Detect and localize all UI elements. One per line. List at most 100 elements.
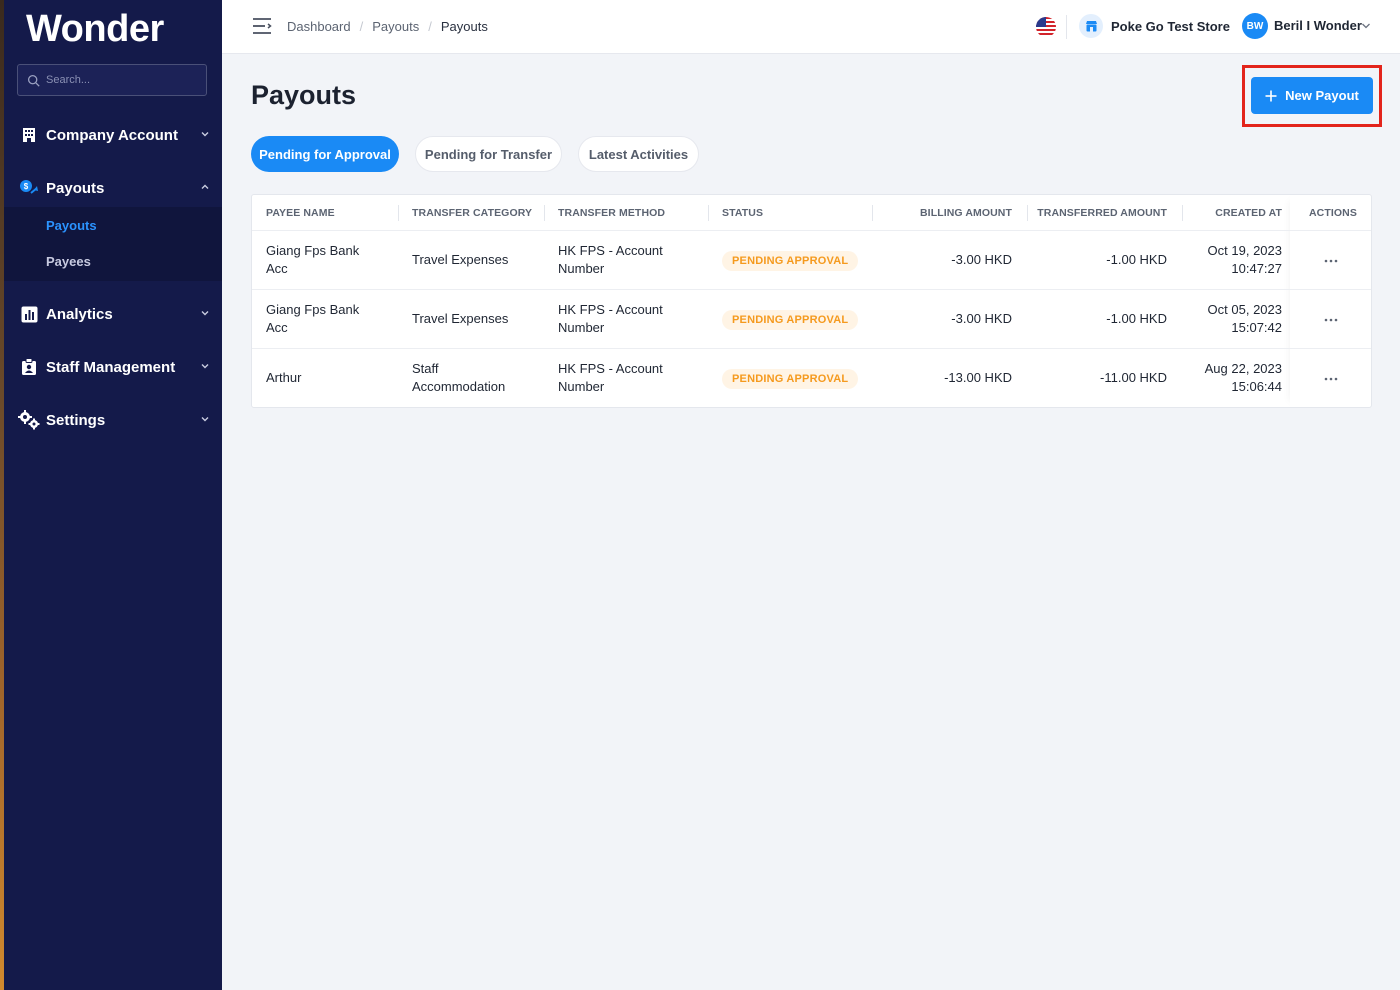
payee-name: Giang Fps Bank	[266, 302, 360, 317]
sidebar-item-label: Company Account	[46, 126, 178, 144]
transferred-amount: -1.00 HKD	[1106, 252, 1167, 267]
sidebar-item-staff-management[interactable]: Staff Management	[4, 347, 222, 387]
table-row[interactable]: Giang Fps Bank Acc Travel Expenses HK FP…	[252, 230, 1371, 289]
tab-latest-activities[interactable]: Latest Activities	[578, 136, 699, 172]
wonder-logo: Wonder	[26, 8, 164, 50]
billing-amount: -3.00 HKD	[951, 252, 1012, 267]
table-row[interactable]: Giang Fps Bank Acc Travel Expenses HK FP…	[252, 289, 1371, 348]
header-separator	[708, 205, 709, 221]
sidebar-item-label: Settings	[46, 411, 106, 429]
transfer-method: HK FPS - Account	[558, 361, 663, 376]
sidebar-item-label: Analytics	[46, 305, 113, 323]
sidebar-item-label: Staff Management	[46, 358, 176, 376]
building-icon	[18, 124, 40, 146]
page-title: Payouts	[251, 80, 357, 110]
transfer-category: Travel Expenses	[412, 311, 509, 326]
column-header-payee-name: PAYEE NAME	[266, 207, 335, 219]
payee-name: Acc	[266, 261, 288, 276]
header-separator	[872, 205, 873, 221]
new-payout-label: New Payout	[1285, 88, 1359, 103]
created-date: Aug 22, 2023	[1204, 361, 1282, 376]
transfer-category: Accommodation	[412, 379, 506, 394]
breadcrumb-separator: /	[359, 19, 364, 34]
chevron-down-icon[interactable]	[1361, 22, 1371, 30]
sidebar-subitem-payouts[interactable]: Payouts	[46, 218, 97, 233]
payouts-submenu: Payouts Payees	[4, 207, 222, 281]
gears-icon	[18, 409, 40, 431]
table-row[interactable]: Arthur Staff Accommodation HK FPS - Acco…	[252, 348, 1371, 407]
store-name[interactable]: Poke Go Test Store	[1111, 19, 1230, 34]
more-actions-icon[interactable]	[1317, 371, 1345, 387]
breadcrumb-payouts[interactable]: Payouts	[372, 19, 419, 34]
plus-icon	[1265, 90, 1277, 101]
transfer-method: Number	[558, 261, 605, 276]
payee-name: Arthur	[266, 370, 302, 385]
sidebar-item-label: Payouts	[46, 179, 105, 197]
header-separator	[398, 205, 399, 221]
transfer-method: HK FPS - Account	[558, 243, 663, 258]
chevron-down-icon	[201, 364, 209, 369]
avatar[interactable]: BW	[1242, 13, 1268, 39]
transfer-category: Staff	[412, 361, 439, 376]
breadcrumb-separator: /	[428, 19, 432, 34]
sidebar-item-company-account[interactable]: Company Account	[4, 115, 222, 155]
menu-toggle-icon[interactable]	[252, 17, 272, 35]
created-date: Oct 05, 2023	[1207, 302, 1282, 317]
svg-text:$: $	[24, 182, 29, 191]
tab-pending-for-transfer[interactable]: Pending for Transfer	[415, 136, 562, 172]
more-actions-icon[interactable]	[1317, 312, 1345, 328]
us-flag-icon[interactable]	[1036, 17, 1056, 37]
store-icon	[1079, 14, 1103, 38]
status-badge: PENDING APPROVAL	[722, 251, 859, 271]
status-badge: PENDING APPROVAL	[722, 369, 859, 389]
payouts-table: PAYEE NAME TRANSFER CATEGORY TRANSFER ME…	[251, 194, 1372, 408]
status-badge: PENDING APPROVAL	[722, 310, 859, 330]
chevron-up-icon	[201, 184, 209, 189]
column-header-transfer-method: TRANSFER METHOD	[558, 207, 666, 219]
column-header-billing-amount: BILLING AMOUNT	[920, 207, 1012, 219]
tab-pending-for-approval[interactable]: Pending for Approval	[251, 136, 399, 172]
billing-amount: -3.00 HKD	[951, 311, 1012, 326]
transfer-method: HK FPS - Account	[558, 302, 663, 317]
transfer-method: Number	[558, 320, 605, 335]
search-box[interactable]	[17, 64, 207, 96]
payee-name: Acc	[266, 320, 288, 335]
search-icon	[27, 74, 40, 87]
created-time: 10:47:27	[1231, 261, 1282, 276]
divider	[1066, 15, 1067, 39]
search-input[interactable]	[46, 74, 196, 86]
bar-chart-icon	[18, 303, 40, 325]
new-payout-button[interactable]: New Payout	[1251, 77, 1373, 114]
payee-name: Giang Fps Bank	[266, 243, 360, 258]
column-header-transfer-category: TRANSFER CATEGORY	[412, 207, 533, 219]
more-actions-icon[interactable]	[1317, 253, 1345, 269]
sidebar-item-analytics[interactable]: Analytics	[4, 294, 222, 334]
sidebar-item-payouts[interactable]: $ Payouts	[4, 168, 222, 208]
user-name[interactable]: Beril I Wonder	[1274, 18, 1362, 33]
column-header-status: STATUS	[722, 207, 764, 219]
sidebar-subitem-payees[interactable]: Payees	[46, 254, 91, 269]
top-bar: Dashboard / Payouts / Payouts Poke Go Te…	[222, 0, 1400, 54]
breadcrumb: Dashboard / Payouts / Payouts	[287, 19, 488, 34]
payout-icon: $	[18, 177, 40, 199]
column-header-actions: ACTIONS	[1309, 207, 1357, 219]
staff-badge-icon	[18, 356, 40, 378]
billing-amount: -13.00 HKD	[944, 370, 1012, 385]
created-time: 15:07:42	[1231, 320, 1282, 335]
chevron-down-icon	[201, 132, 209, 137]
header-separator	[1027, 205, 1028, 221]
transferred-amount: -1.00 HKD	[1106, 311, 1167, 326]
transferred-amount: -11.00 HKD	[1100, 370, 1167, 385]
transfer-category: Travel Expenses	[412, 252, 509, 267]
transfer-method: Number	[558, 379, 605, 394]
breadcrumb-current: Payouts	[440, 19, 488, 34]
created-time: 15:06:44	[1231, 379, 1282, 394]
header-separator	[544, 205, 545, 221]
created-date: Oct 19, 2023	[1207, 243, 1282, 258]
chevron-down-icon	[201, 417, 209, 422]
breadcrumb-dashboard[interactable]: Dashboard	[287, 19, 351, 34]
column-header-created-at: CREATED AT	[1215, 207, 1282, 219]
sidebar-item-settings[interactable]: Settings	[4, 400, 222, 440]
chevron-down-icon	[201, 311, 209, 316]
sidebar: Wonder Company Account $ Payouts Payouts…	[4, 0, 222, 990]
